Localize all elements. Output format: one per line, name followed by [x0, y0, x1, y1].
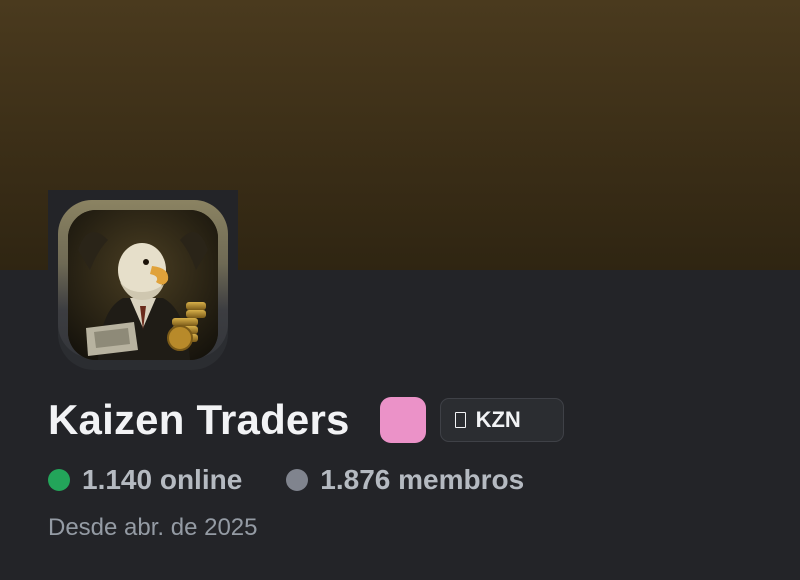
member-count: 1.876 membros [286, 464, 524, 496]
online-status-icon [48, 469, 70, 491]
server-title-row: Kaizen Traders KZN [48, 396, 564, 444]
tag-icon [454, 412, 466, 428]
members-status-icon [286, 469, 309, 491]
server-stats: 1.140 online 1.876 membros [48, 462, 524, 498]
online-count: 1.140 online [48, 464, 242, 496]
online-count-label: 1.140 online [82, 464, 243, 495]
server-name: Kaizen Traders [48, 396, 350, 443]
eagle-trader-avatar-icon [68, 210, 218, 360]
avatar-frame [58, 200, 228, 370]
server-since: Desde abr. de 2025 [48, 514, 258, 541]
member-count-label: 1.876 membros [320, 464, 525, 495]
server-badge[interactable] [379, 397, 426, 443]
server-tag[interactable]: KZN [439, 398, 564, 442]
server-tag-label: KZN [475, 407, 521, 432]
server-avatar[interactable] [48, 190, 238, 370]
